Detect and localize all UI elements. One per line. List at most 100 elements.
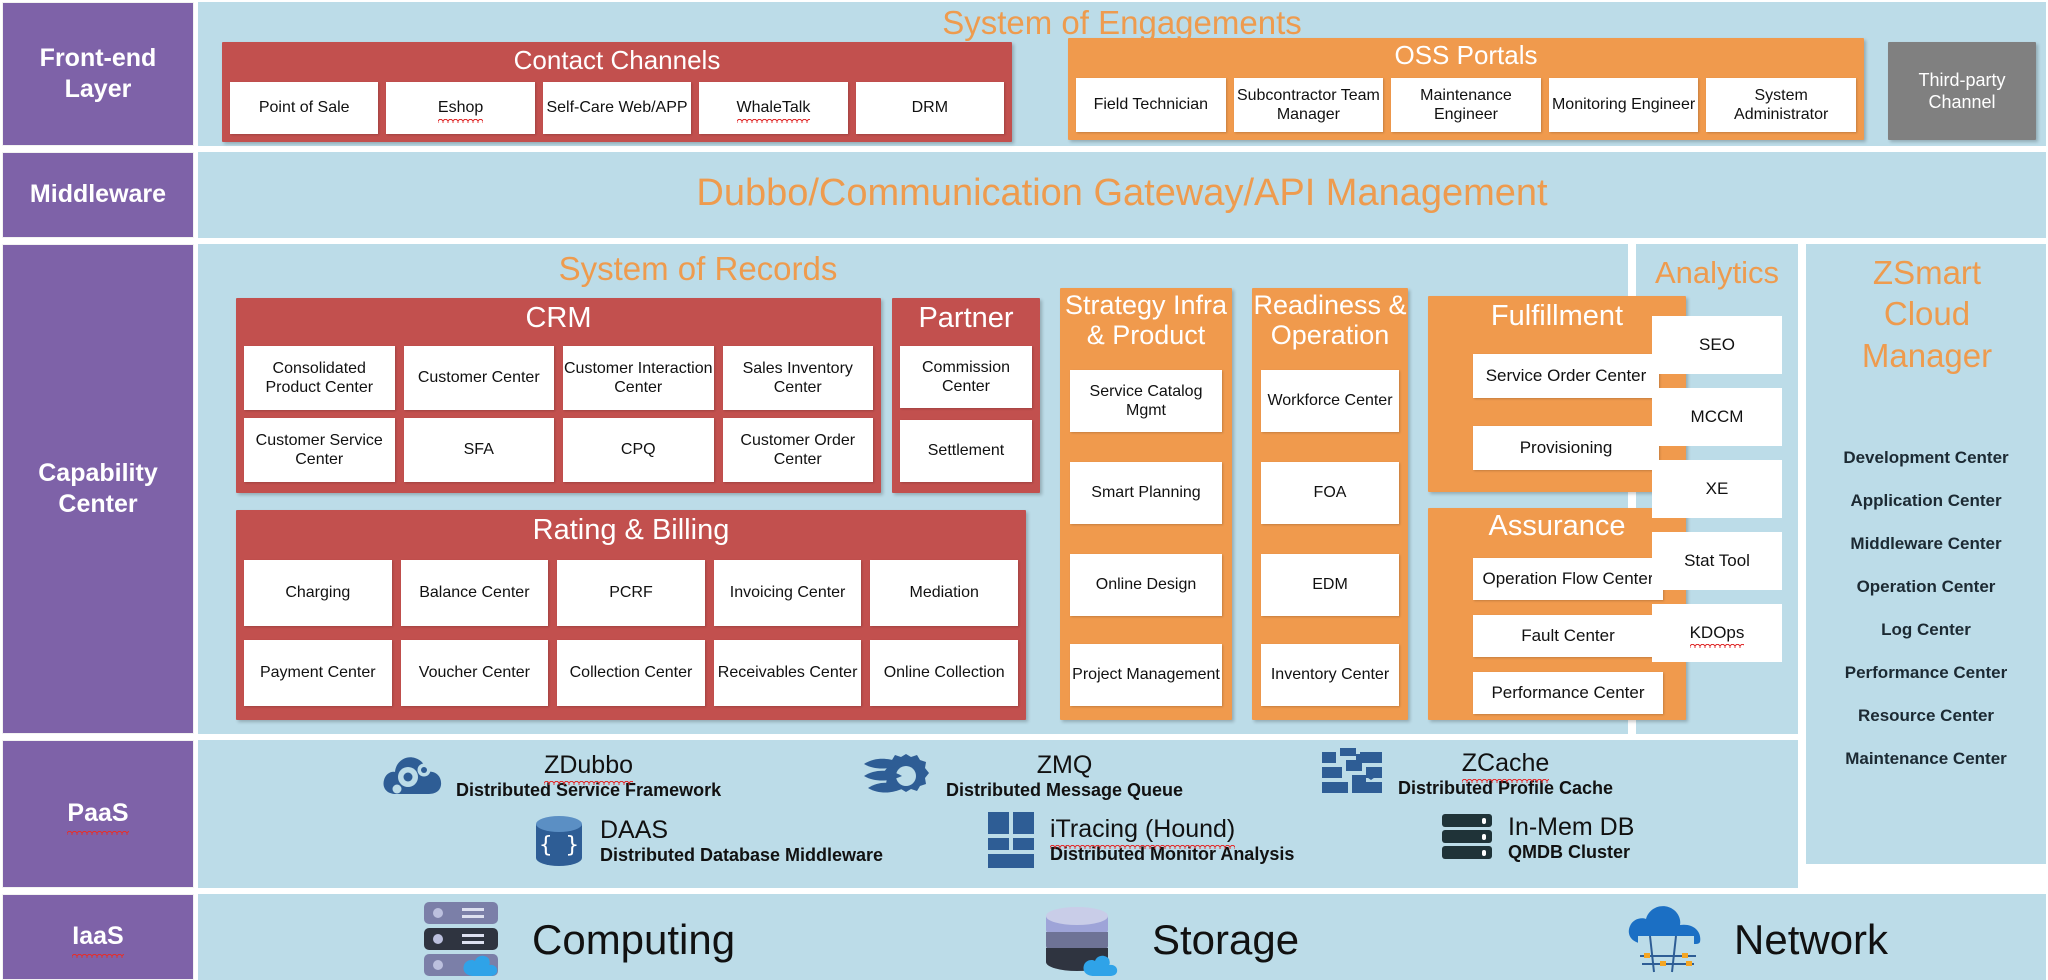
contact-channel-item[interactable]: DRM bbox=[855, 82, 1005, 134]
system-of-records-title: System of Records bbox=[558, 250, 838, 287]
paas-item-sub: Distributed Database Middleware bbox=[600, 845, 884, 865]
oss-portal-item[interactable]: Monitoring Engineer bbox=[1548, 78, 1699, 132]
rating-billing-item[interactable]: Payment Center bbox=[244, 640, 392, 706]
crm-item[interactable]: Customer Interaction Center bbox=[563, 346, 714, 410]
zcm-item[interactable]: Middleware Center bbox=[1806, 534, 2046, 554]
sidebar-item-middleware[interactable]: Middleware bbox=[2, 152, 194, 238]
sidebar-item-paas[interactable]: PaaS bbox=[2, 740, 194, 888]
contact-channel-item[interactable]: Self-Care Web/APP bbox=[542, 82, 692, 134]
contact-channel-item[interactable]: Eshop bbox=[386, 82, 535, 134]
fulfillment-item[interactable]: Provisioning bbox=[1473, 426, 1659, 470]
partner-item[interactable]: Settlement bbox=[900, 420, 1032, 482]
strategy-product-item[interactable]: Service Catalog Mgmt bbox=[1070, 370, 1222, 432]
rating-billing-item[interactable]: Voucher Center bbox=[400, 640, 549, 706]
paas-item-text: ZCache Distributed Profile Cache bbox=[1398, 749, 1613, 799]
oss-portal-item[interactable]: Field Technician bbox=[1076, 78, 1226, 132]
readiness-operation-item[interactable]: FOA bbox=[1261, 462, 1399, 524]
crm-item[interactable]: Customer Service Center bbox=[244, 418, 395, 482]
oss-portal-item[interactable]: Subcontractor Team Manager bbox=[1233, 78, 1384, 132]
readiness-operation-item[interactable]: EDM bbox=[1261, 554, 1399, 616]
crm-item[interactable]: CPQ bbox=[563, 418, 714, 482]
zcm-item[interactable]: Maintenance Center bbox=[1806, 749, 2046, 769]
fulfillment-group[interactable]: Fulfillment Service Order Center Provisi… bbox=[1428, 296, 1686, 492]
analytics-item[interactable]: SEO bbox=[1652, 316, 1782, 374]
zsmart-cloud-manager-title: ZSmart Cloud Manager bbox=[1816, 252, 2038, 376]
strategy-product-item[interactable]: Online Design bbox=[1070, 554, 1222, 616]
rating-billing-item[interactable]: Mediation bbox=[870, 560, 1018, 626]
iaas-item-computing[interactable]: Computing bbox=[418, 900, 735, 980]
crm-item[interactable]: Consolidated Product Center bbox=[244, 346, 395, 410]
paas-item-name: DAAS bbox=[600, 816, 669, 844]
strategy-product-item[interactable]: Project Management bbox=[1070, 644, 1222, 706]
oss-portals-group[interactable]: OSS Portals Field Technician Subcontract… bbox=[1068, 38, 1864, 140]
paas-item-sub: QMDB Cluster bbox=[1508, 842, 1631, 862]
zcm-item[interactable]: Development Center bbox=[1806, 448, 2046, 468]
strategy-product-item[interactable]: Smart Planning bbox=[1070, 462, 1222, 524]
zcm-item[interactable]: Performance Center bbox=[1806, 663, 2046, 683]
analytics-item[interactable]: XE bbox=[1652, 460, 1782, 518]
paas-item-name: ZMQ bbox=[1036, 751, 1093, 779]
iaas-item-network[interactable]: Network bbox=[1620, 900, 1888, 980]
paas-item-zcache[interactable]: ZCache Distributed Profile Cache bbox=[1322, 748, 1613, 800]
queue-gear-icon bbox=[864, 754, 929, 793]
analytics-item[interactable]: Stat Tool bbox=[1652, 532, 1782, 590]
rating-billing-item[interactable]: Charging bbox=[244, 560, 392, 626]
partner-item[interactable]: Commission Center bbox=[900, 346, 1032, 408]
assurance-group[interactable]: Assurance Operation Flow Center Fault Ce… bbox=[1428, 508, 1686, 720]
assurance-title: Assurance bbox=[1488, 510, 1626, 542]
strategy-product-group[interactable]: Strategy Infra & Product Service Catalog… bbox=[1060, 288, 1232, 720]
paas-item-itracing[interactable]: iTracing (Hound) Distributed Monitor Ana… bbox=[988, 812, 1294, 868]
sidebar-item-front-end-layer[interactable]: Front-end Layer bbox=[2, 2, 194, 146]
paas-item-zdubbo[interactable]: ZDubbo Distributed Service Framework bbox=[382, 748, 721, 804]
analytics-item[interactable]: MCCM bbox=[1652, 388, 1782, 446]
contact-channel-label: WhaleTalk bbox=[736, 99, 811, 123]
paas-item-inmemdb[interactable]: In-Mem DB QMDB Cluster bbox=[1440, 812, 1634, 864]
layer-label-line1: Middleware bbox=[29, 180, 167, 209]
crm-item[interactable]: Sales Inventory Center bbox=[722, 346, 873, 410]
contact-channel-item[interactable]: WhaleTalk bbox=[699, 82, 848, 134]
assurance-item[interactable]: Operation Flow Center bbox=[1473, 558, 1663, 600]
crm-item[interactable]: Customer Center bbox=[403, 346, 554, 410]
paas-item-daas[interactable]: { } DAAS Distributed Database Middleware bbox=[530, 812, 883, 870]
rating-billing-item[interactable]: Balance Center bbox=[400, 560, 549, 626]
contact-channel-item[interactable]: Point of Sale bbox=[230, 82, 379, 134]
layer-label-line1: IaaS bbox=[72, 921, 125, 958]
third-party-channel-label: Third-party Channel bbox=[1918, 69, 2006, 113]
paas-item-zmq[interactable]: ZMQ Distributed Message Queue bbox=[862, 748, 1183, 804]
database-braces-icon: { } bbox=[536, 816, 582, 866]
server-cloud-icon bbox=[424, 902, 498, 976]
contact-channels-group[interactable]: Contact Channels Point of Sale Eshop Sel… bbox=[222, 42, 1012, 142]
assurance-item[interactable]: Performance Center bbox=[1473, 672, 1663, 714]
zcm-item[interactable]: Operation Center bbox=[1806, 577, 2046, 597]
readiness-operation-group[interactable]: Readiness & Operation Workforce Center F… bbox=[1252, 288, 1408, 720]
rating-billing-item[interactable]: Online Collection bbox=[870, 640, 1018, 706]
rating-billing-group[interactable]: Rating & Billing Charging Balance Center… bbox=[236, 510, 1026, 720]
paas-item-name: iTracing (Hound) bbox=[1050, 815, 1236, 849]
sidebar-item-iaas[interactable]: IaaS bbox=[2, 894, 194, 980]
oss-portal-item[interactable]: System Administrator bbox=[1706, 78, 1856, 132]
readiness-operation-item[interactable]: Inventory Center bbox=[1261, 644, 1399, 706]
analytics-item[interactable]: KDOps bbox=[1652, 604, 1782, 662]
paas-item-name: ZCache bbox=[1461, 749, 1550, 783]
crm-item[interactable]: SFA bbox=[403, 418, 554, 482]
third-party-channel-group[interactable]: Third-party Channel bbox=[1888, 42, 2036, 140]
paas-item-name: In-Mem DB bbox=[1508, 813, 1635, 841]
iaas-item-storage[interactable]: Storage bbox=[1038, 900, 1299, 980]
partner-group[interactable]: Partner Commission Center Settlement bbox=[892, 298, 1040, 493]
layer-label-line1: Front-end bbox=[39, 43, 157, 72]
rating-billing-item[interactable]: Collection Center bbox=[557, 640, 705, 706]
contact-channels-title: Contact Channels bbox=[513, 45, 721, 75]
sidebar-item-capability-center[interactable]: Capability Center bbox=[2, 244, 194, 734]
oss-portal-item[interactable]: Maintenance Engineer bbox=[1391, 78, 1541, 132]
rating-billing-item[interactable]: Invoicing Center bbox=[713, 560, 862, 626]
zcm-item[interactable]: Application Center bbox=[1806, 491, 2046, 511]
readiness-operation-item[interactable]: Workforce Center bbox=[1261, 370, 1399, 432]
crm-group[interactable]: CRM Consolidated Product Center Customer… bbox=[236, 298, 881, 493]
assurance-item[interactable]: Fault Center bbox=[1473, 615, 1663, 657]
rating-billing-item[interactable]: Receivables Center bbox=[713, 640, 862, 706]
fulfillment-item[interactable]: Service Order Center bbox=[1473, 354, 1659, 398]
zcm-item[interactable]: Log Center bbox=[1806, 620, 2046, 640]
crm-item[interactable]: Customer Order Center bbox=[722, 418, 873, 482]
zcm-item[interactable]: Resource Center bbox=[1806, 706, 2046, 726]
rating-billing-item[interactable]: PCRF bbox=[557, 560, 705, 626]
